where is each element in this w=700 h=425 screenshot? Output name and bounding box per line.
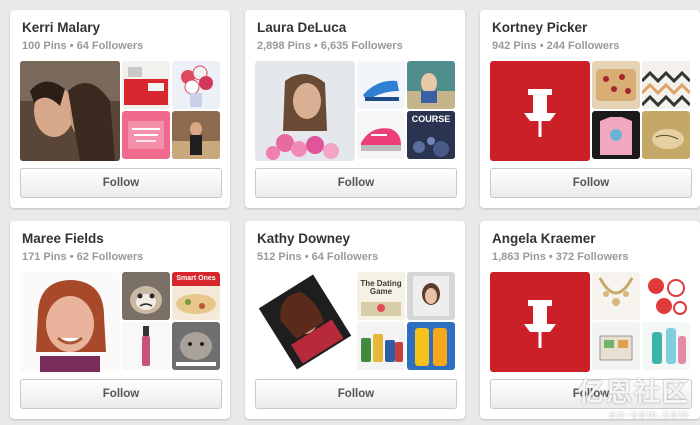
cover-image[interactable] [490,61,590,161]
board-thumbnail[interactable] [357,111,405,159]
board-thumbnail[interactable] [357,61,405,109]
profile-name[interactable]: Laura DeLuca [257,20,346,35]
profile-card: Kortney Picker 942 Pins • 244 Followers [480,10,700,208]
board-thumbnail[interactable] [407,272,455,320]
board-thumbnail[interactable] [122,61,170,109]
board-thumbnail[interactable] [407,322,455,370]
follow-button[interactable]: Follow [490,168,692,198]
profile-name[interactable]: Angela Kraemer [492,231,596,246]
board-thumbnail[interactable]: The Dating Game [357,272,405,320]
board-thumbnail[interactable] [122,322,170,370]
board-thumbnail[interactable] [592,322,640,370]
board-thumbnail[interactable] [642,322,690,370]
profile-stats: 512 Pins • 64 Followers [257,251,379,263]
cover-image[interactable] [20,61,120,161]
board-thumbnail[interactable] [172,61,220,109]
thumbnail-caption: The Dating Game [360,279,402,296]
thumbnail-caption: COURSE [411,114,451,124]
board-thumbnail[interactable] [642,272,690,320]
profile-stats: 1,863 Pins • 372 Followers [492,251,629,263]
watermark-logo-text: 亿恩社区 [577,377,690,407]
watermark-url: en-sem.com [609,409,690,421]
board-thumbnail[interactable] [172,111,220,159]
profile-card: Maree Fields 171 Pins • 62 Followers Sma… [10,221,230,419]
board-thumbnail[interactable] [122,111,170,159]
site-watermark: 亿恩社区 en-sem.com [578,372,690,421]
board-thumbnail[interactable]: COURSE [407,111,455,159]
profile-card: Kathy Downey 512 Pins • 64 Followers The… [245,221,465,419]
board-thumbnail[interactable] [592,111,640,159]
board-thumbnail[interactable] [357,322,405,370]
profile-card: Kerri Malary 100 Pins • 64 Followers Fol… [10,10,230,208]
profile-name[interactable]: Kathy Downey [257,231,350,246]
follow-button[interactable]: Follow [255,379,457,409]
board-thumbnail[interactable] [642,61,690,109]
board-thumbnail[interactable] [122,272,170,320]
profile-name[interactable]: Kortney Picker [492,20,587,35]
profile-name[interactable]: Kerri Malary [22,20,100,35]
profile-stats: 100 Pins • 64 Followers [22,40,144,52]
thumbnail-caption: Smart Ones [176,275,216,282]
profile-name[interactable]: Maree Fields [22,231,104,246]
cover-image[interactable] [255,272,355,372]
pushpin-icon [524,89,556,137]
follow-button[interactable]: Follow [20,379,222,409]
profile-stats: 171 Pins • 62 Followers [22,251,144,263]
board-thumbnail[interactable]: Smart Ones [172,272,220,320]
cover-image[interactable] [255,61,355,161]
profile-stats: 2,898 Pins • 6,635 Followers [257,40,403,52]
profile-card: Laura DeLuca 2,898 Pins • 6,635 Follower… [245,10,465,208]
board-thumbnail[interactable] [592,272,640,320]
board-thumbnail[interactable] [642,111,690,159]
board-thumbnail[interactable] [172,322,220,370]
follow-button[interactable]: Follow [20,168,222,198]
pushpin-icon [524,300,556,348]
board-thumbnail[interactable] [592,61,640,109]
board-thumbnail[interactable] [407,61,455,109]
profile-stats: 942 Pins • 244 Followers [492,40,620,52]
follow-button[interactable]: Follow [255,168,457,198]
cover-image[interactable] [490,272,590,372]
cover-image[interactable] [20,272,120,372]
